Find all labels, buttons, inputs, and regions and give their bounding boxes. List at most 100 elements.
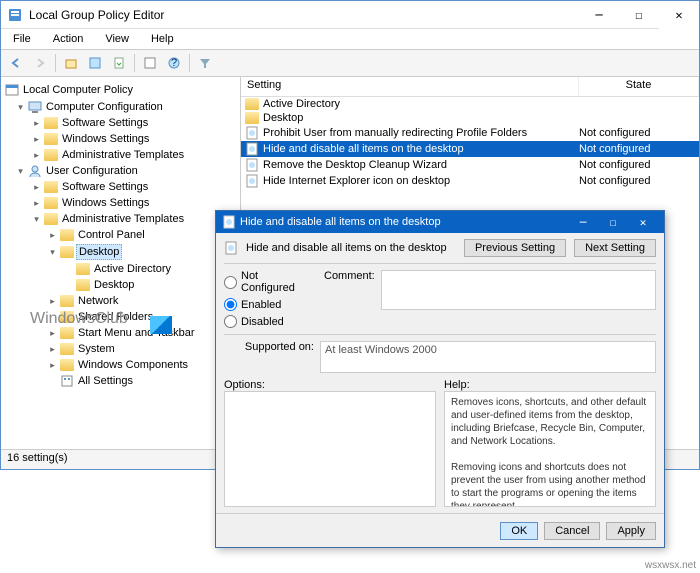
list-row[interactable]: Desktop — [241, 111, 699, 125]
folder-icon — [60, 229, 74, 241]
folder-icon — [60, 359, 74, 371]
tree-pane[interactable]: Local Computer Policy ▾Computer Configur… — [1, 77, 241, 449]
window-title: Local Group Policy Editor — [29, 8, 579, 22]
list-row[interactable]: Hide and disable all items on the deskto… — [241, 141, 699, 157]
dialog-titlebar: Hide and disable all items on the deskto… — [216, 211, 664, 233]
next-setting-button[interactable]: Next Setting — [574, 239, 656, 257]
collapse-icon[interactable]: ▾ — [47, 247, 58, 258]
dialog-close-button[interactable]: ✕ — [628, 216, 658, 229]
row-name: Active Directory — [263, 98, 340, 110]
tree-item[interactable]: ▸Network — [1, 293, 240, 309]
expand-icon[interactable]: ▸ — [31, 150, 42, 161]
computer-icon — [28, 100, 42, 114]
folder-icon — [76, 279, 90, 291]
folder-icon — [76, 263, 90, 275]
toolbar: ? — [1, 49, 699, 77]
tree-item[interactable]: All Settings — [1, 373, 240, 389]
help-text[interactable]: Removes icons, shortcuts, and other defa… — [444, 391, 656, 507]
policy-icon — [245, 158, 259, 172]
tree-root-label: Local Computer Policy — [23, 84, 133, 96]
tree-item[interactable]: ▸Software Settings — [1, 115, 240, 131]
tree-item[interactable]: ▸Windows Settings — [1, 131, 240, 147]
folder-icon — [60, 343, 74, 355]
menu-view[interactable]: View — [101, 31, 133, 47]
folder-icon — [245, 112, 259, 124]
tree-item-desktop[interactable]: ▾Desktop — [1, 243, 240, 261]
menu-file[interactable]: File — [9, 31, 35, 47]
comment-label: Comment: — [324, 270, 375, 328]
radio-disabled[interactable]: Disabled — [224, 315, 314, 328]
expand-icon[interactable]: ▸ — [47, 344, 58, 355]
tree-item[interactable]: ▸System — [1, 341, 240, 357]
collapse-icon[interactable]: ▾ — [15, 166, 26, 177]
expand-icon[interactable]: ▸ — [31, 118, 42, 129]
state-radios: Not Configured Enabled Disabled — [224, 270, 314, 328]
refresh-button[interactable] — [139, 52, 161, 74]
tree-item[interactable]: ▾Administrative Templates — [1, 211, 240, 227]
tree-root[interactable]: Local Computer Policy — [1, 81, 240, 99]
tree-item[interactable]: ▸Control Panel — [1, 227, 240, 243]
tree-item[interactable]: Desktop — [1, 277, 240, 293]
list-row[interactable]: Prohibit User from manually redirecting … — [241, 125, 699, 141]
list-row[interactable]: Active Directory — [241, 97, 699, 111]
forward-button[interactable] — [29, 52, 51, 74]
collapse-icon[interactable]: ▾ — [15, 102, 26, 113]
dialog-maximize-button[interactable]: ☐ — [598, 216, 628, 229]
folder-icon — [44, 197, 58, 209]
expand-icon[interactable]: ▸ — [31, 198, 42, 209]
comment-field[interactable] — [381, 270, 656, 310]
radio-enabled[interactable]: Enabled — [224, 298, 314, 311]
cancel-button[interactable]: Cancel — [544, 522, 600, 540]
menu-help[interactable]: Help — [147, 31, 178, 47]
policy-icon — [245, 142, 259, 156]
expand-icon[interactable]: ▸ — [31, 134, 42, 145]
tree-item[interactable]: ▸Windows Settings — [1, 195, 240, 211]
expand-icon[interactable]: ▸ — [47, 328, 58, 339]
list-row[interactable]: Hide Internet Explorer icon on desktopNo… — [241, 173, 699, 189]
expand-icon[interactable]: ▸ — [47, 360, 58, 371]
tree-computer-config[interactable]: ▾Computer Configuration — [1, 99, 240, 115]
help-label: Help: — [444, 379, 656, 391]
policy-icon — [224, 241, 238, 255]
folder-icon — [60, 327, 74, 339]
col-setting[interactable]: Setting — [241, 77, 579, 96]
tree-item[interactable]: Active Directory — [1, 261, 240, 277]
row-state: Not configured — [575, 159, 695, 171]
policy-icon — [222, 215, 236, 229]
folder-icon — [44, 213, 58, 225]
row-state: Not configured — [575, 143, 695, 155]
folder-icon — [245, 98, 259, 110]
up-button[interactable] — [60, 52, 82, 74]
radio-not-configured[interactable]: Not Configured — [224, 270, 314, 294]
menu-action[interactable]: Action — [49, 31, 88, 47]
list-row[interactable]: Remove the Desktop Cleanup WizardNot con… — [241, 157, 699, 173]
ok-button[interactable]: OK — [500, 522, 538, 540]
tree-item[interactable]: ▸Windows Components — [1, 357, 240, 373]
dialog-minimize-button[interactable]: ─ — [568, 216, 598, 229]
expand-icon[interactable]: ▸ — [31, 182, 42, 193]
svg-text:?: ? — [171, 57, 177, 69]
folder-icon — [60, 295, 74, 307]
supported-label: Supported on: — [224, 341, 314, 353]
tree-item[interactable]: ▸Administrative Templates — [1, 147, 240, 163]
filter-button[interactable] — [194, 52, 216, 74]
row-state: Not configured — [575, 127, 695, 139]
maximize-button[interactable]: ☐ — [619, 1, 659, 29]
apply-button[interactable]: Apply — [606, 522, 656, 540]
help-button[interactable]: ? — [163, 52, 185, 74]
col-state[interactable]: State — [579, 77, 699, 96]
expand-icon[interactable]: ▸ — [47, 230, 58, 241]
back-button[interactable] — [5, 52, 27, 74]
previous-setting-button[interactable]: Previous Setting — [464, 239, 566, 257]
export-button[interactable] — [108, 52, 130, 74]
tree-user-config[interactable]: ▾User Configuration — [1, 163, 240, 179]
policy-name: Hide and disable all items on the deskto… — [246, 242, 456, 254]
list-header: Setting State — [241, 77, 699, 97]
close-button[interactable]: ✕ — [659, 1, 699, 29]
collapse-icon[interactable]: ▾ — [31, 214, 42, 225]
tree-item[interactable]: ▸Software Settings — [1, 179, 240, 195]
show-hide-button[interactable] — [84, 52, 106, 74]
row-name: Hide and disable all items on the deskto… — [263, 143, 464, 155]
expand-icon[interactable]: ▸ — [47, 296, 58, 307]
minimize-button[interactable]: ─ — [579, 1, 619, 29]
